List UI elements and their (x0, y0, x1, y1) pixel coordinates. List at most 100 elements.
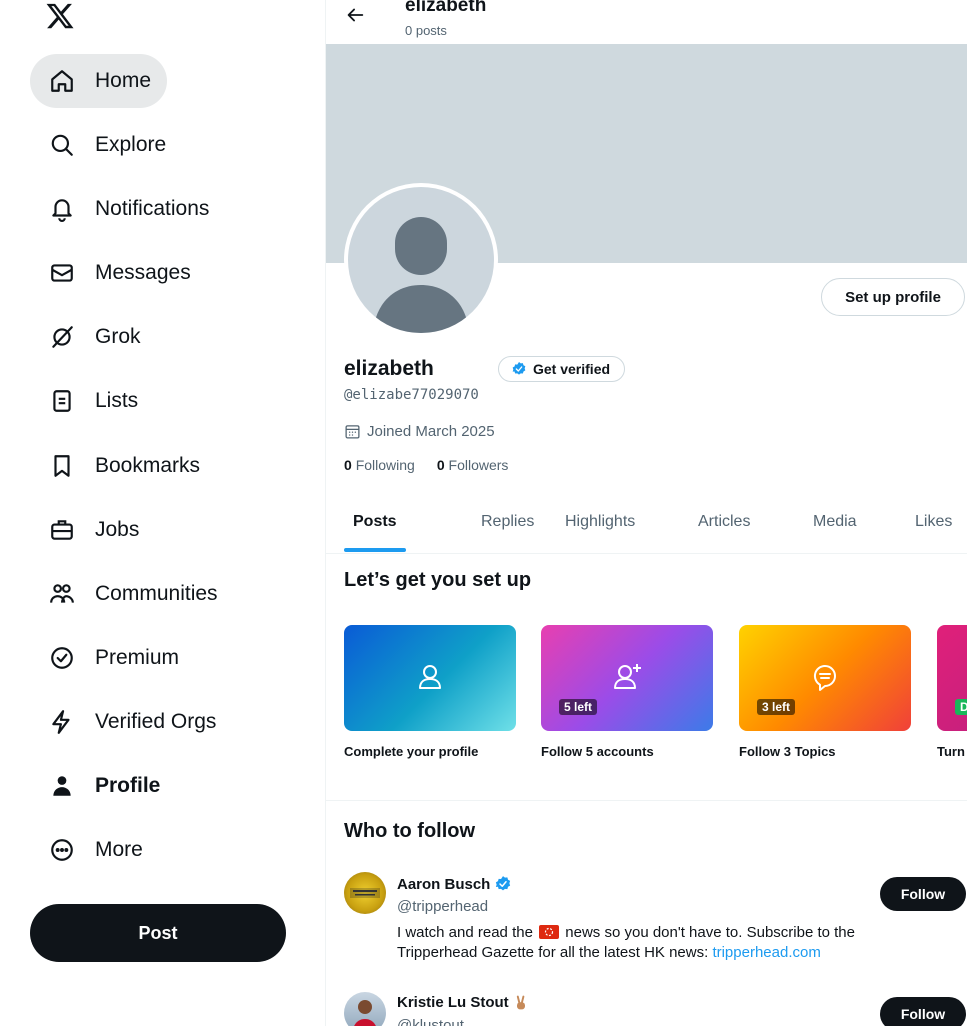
nav-premium[interactable]: Premium (30, 631, 195, 685)
header-post-count: 0 posts (405, 23, 447, 38)
card-badge: 3 left (757, 699, 796, 715)
nav-label: Jobs (95, 518, 140, 541)
avatar-image (354, 1000, 376, 1026)
bookmark-icon (48, 452, 76, 480)
get-verified-label: Get verified (533, 361, 611, 377)
follow-button[interactable]: Follow (880, 877, 966, 911)
card-turn-on-notifications[interactable]: D (937, 625, 967, 731)
tab-media[interactable]: Media (813, 513, 857, 531)
follow-counts: 0 Following 0 Followers (344, 457, 508, 473)
nav-notifications[interactable]: Notifications (30, 182, 225, 236)
home-icon (48, 67, 76, 95)
bell-icon (48, 195, 76, 223)
account-name[interactable]: Kristie Lu Stout (397, 994, 529, 1011)
account-bio: I watch and read the news so you don't h… (397, 923, 927, 963)
nav-messages[interactable]: Messages (30, 246, 207, 300)
tab-highlights[interactable]: Highlights (565, 513, 635, 531)
nav-label: Profile (95, 774, 161, 797)
nav-label: Bookmarks (95, 454, 201, 477)
following-count: 0 (344, 457, 352, 473)
nav-label: Premium (95, 646, 180, 669)
hong-kong-flag-icon (539, 925, 560, 939)
nav-label: Verified Orgs (95, 710, 217, 733)
profile-handle: @elizabe77029070 (344, 387, 479, 403)
section-divider (326, 800, 967, 801)
bio-text: I watch and read the (397, 924, 533, 941)
card-badge: D (955, 699, 967, 715)
nav-label: Lists (95, 389, 139, 412)
nav-label: More (95, 838, 143, 861)
envelope-icon (48, 259, 76, 287)
card-caption[interactable]: Turn (937, 744, 965, 759)
joined-label: Joined March 2025 (367, 423, 495, 440)
account-handle: @tripperhead (397, 898, 489, 915)
joined-date: Joined March 2025 (344, 423, 495, 440)
main-column: elizabeth 0 posts Set up profile elizabe… (325, 0, 967, 1026)
tab-likes[interactable]: Likes (915, 513, 952, 531)
nav-communities[interactable]: Communities (30, 567, 234, 621)
nav-verified-orgs[interactable]: Verified Orgs (30, 695, 232, 749)
following-link[interactable]: 0 Following (344, 457, 415, 473)
avatar[interactable] (344, 872, 386, 914)
profile-header: elizabeth 0 posts (326, 0, 967, 44)
account-name-label: Aaron Busch (397, 875, 491, 893)
nav-label: Home (95, 69, 152, 92)
nav-label: Messages (95, 261, 191, 284)
default-avatar-icon (373, 217, 469, 333)
profile-tabs: Posts Replies Highlights Articles Media … (326, 497, 967, 554)
person-outline-icon (419, 665, 441, 689)
card-complete-profile[interactable] (344, 625, 516, 731)
x-logo-icon[interactable] (42, 0, 78, 32)
lightning-icon (48, 708, 76, 736)
header-name: elizabeth (405, 0, 487, 16)
bio-link[interactable]: tripperhead.com (712, 944, 820, 961)
account-name-label: Kristie Lu Stout (397, 994, 509, 1011)
back-arrow-icon[interactable] (344, 4, 366, 26)
search-icon (48, 131, 76, 159)
card-caption[interactable]: Follow 3 Topics (739, 744, 836, 759)
sidebar: Home Explore Notifications Messages Grok… (0, 0, 325, 1026)
person-icon (48, 772, 76, 800)
avatar[interactable] (344, 992, 386, 1026)
verified-badge-icon (512, 362, 526, 375)
nav-label: Grok (95, 325, 141, 348)
nav-lists[interactable]: Lists (30, 374, 154, 428)
nav-explore[interactable]: Explore (30, 118, 182, 172)
nav-bookmarks[interactable]: Bookmarks (30, 439, 216, 493)
premium-icon (48, 644, 76, 672)
set-up-profile-button[interactable]: Set up profile (821, 278, 965, 316)
nav-home[interactable]: Home (30, 54, 168, 108)
followers-label: Followers (448, 457, 509, 473)
tab-articles[interactable]: Articles (698, 513, 750, 531)
nav-more[interactable]: More (30, 823, 159, 877)
calendar-icon (345, 425, 360, 439)
tab-posts[interactable]: Posts (353, 513, 397, 531)
account-name[interactable]: Aaron Busch (397, 875, 512, 893)
following-label: Following (355, 457, 415, 473)
nav-grok[interactable]: Grok (30, 310, 157, 364)
setup-title: Let’s get you set up (344, 569, 532, 591)
post-button[interactable]: Post (30, 904, 286, 962)
get-verified-button[interactable]: Get verified (498, 356, 626, 382)
card-follow-topics[interactable]: 3 left (739, 625, 911, 731)
grok-icon (48, 323, 76, 351)
tab-replies[interactable]: Replies (481, 513, 534, 531)
nav-label: Notifications (95, 197, 210, 220)
profile-avatar[interactable] (344, 183, 498, 337)
more-icon (48, 836, 76, 864)
who-to-follow-title: Who to follow (344, 820, 476, 842)
account-handle: @klustout (397, 1017, 464, 1026)
avatar-image (350, 888, 380, 898)
follow-button[interactable]: Follow (880, 997, 966, 1026)
card-badge: 5 left (559, 699, 598, 715)
nav-profile[interactable]: Profile (30, 759, 176, 813)
nav-label: Explore (95, 133, 167, 156)
followers-link[interactable]: 0 Followers (437, 457, 509, 473)
card-caption[interactable]: Follow 5 accounts (541, 744, 654, 759)
nav-jobs[interactable]: Jobs (30, 503, 155, 557)
briefcase-icon (48, 516, 76, 544)
add-person-icon (614, 664, 641, 689)
card-caption[interactable]: Complete your profile (344, 744, 478, 759)
card-follow-accounts[interactable]: 5 left (541, 625, 713, 731)
people-icon (48, 580, 76, 608)
